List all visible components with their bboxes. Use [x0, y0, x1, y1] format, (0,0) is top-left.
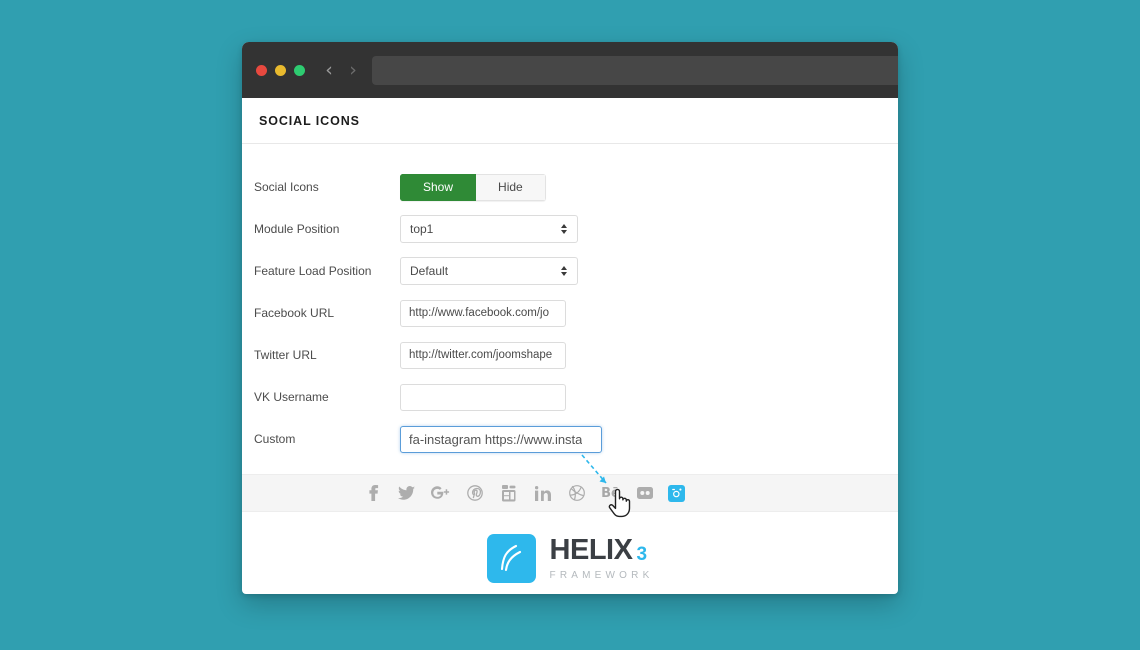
form-row-social-icons: Social Icons Show Hide [242, 166, 898, 208]
flickr-icon[interactable] [634, 483, 655, 504]
close-button[interactable] [256, 65, 267, 76]
toggle-hide-button[interactable]: Hide [476, 173, 546, 201]
facebook-url-value: http://www.facebook.com/jo [409, 307, 549, 319]
helix-logo-area: HELIX 3 FRAMEWORK [242, 512, 898, 594]
helix-subtitle: FRAMEWORK [549, 569, 654, 581]
linkedin-icon[interactable] [532, 483, 553, 504]
label-module-position: Module Position [254, 221, 340, 236]
pinterest-icon[interactable] [464, 483, 485, 504]
twitter-url-input[interactable]: http://twitter.com/joomshape [400, 341, 566, 369]
google-plus-icon[interactable] [430, 483, 451, 504]
chevron-updown-icon [561, 266, 567, 276]
feature-load-position-value: Default [410, 264, 449, 278]
forward-arrow-icon[interactable]: › [345, 60, 361, 80]
facebook-icon[interactable] [362, 483, 383, 504]
helix-version: 3 [636, 543, 648, 565]
form-row-feature-load-position: Feature Load Position Default [242, 250, 898, 292]
back-arrow-icon[interactable]: ‹ [321, 60, 337, 80]
panel-header: SOCIAL ICONS [242, 98, 898, 144]
social-icons-toggle: Show Hide [400, 173, 546, 201]
form-row-module-position: Module Position top1 [242, 208, 898, 250]
browser-titlebar: ‹ › [242, 42, 898, 98]
instagram-icon[interactable] [668, 484, 685, 502]
social-icons-form: Social Icons Show Hide Module Position t… [242, 144, 898, 460]
zoom-button[interactable] [294, 65, 305, 76]
helix-wordmark: HELIX [549, 533, 633, 566]
label-vk-username: VK Username [254, 389, 329, 404]
custom-input[interactable]: fa-instagram https://www.insta [400, 425, 602, 453]
feature-load-position-select[interactable]: Default [400, 257, 578, 285]
minimize-button[interactable] [275, 65, 286, 76]
label-twitter-url: Twitter URL [254, 347, 317, 362]
social-icons-list: Bē [362, 483, 685, 504]
label-feature-load-position: Feature Load Position [254, 263, 372, 278]
traffic-lights [256, 65, 305, 76]
browser-nav: ‹ › [321, 60, 361, 80]
helix-logo-text: HELIX 3 FRAMEWORK [549, 533, 654, 581]
form-row-twitter-url: Twitter URL http://twitter.com/joomshape [242, 334, 898, 376]
chevron-updown-icon [561, 224, 567, 234]
helix-mark-icon [486, 533, 536, 583]
label-custom: Custom [254, 431, 296, 446]
label-social-icons: Social Icons [254, 179, 319, 194]
twitter-url-value: http://twitter.com/joomshape [409, 349, 553, 361]
custom-value: fa-instagram https://www.insta [409, 431, 583, 447]
dribbble-icon[interactable] [566, 483, 587, 504]
social-icons-preview-strip: Bē [242, 454, 898, 518]
form-row-custom: Custom fa-instagram https://www.insta [242, 418, 898, 460]
behance-icon[interactable]: Bē [600, 483, 621, 504]
module-position-select[interactable]: top1 [400, 215, 578, 243]
vk-username-input[interactable] [400, 383, 566, 411]
youtube-icon[interactable] [498, 483, 519, 504]
toggle-show-button[interactable]: Show [400, 173, 477, 201]
page-title: SOCIAL ICONS [259, 113, 360, 128]
module-position-value: top1 [410, 222, 434, 236]
label-facebook-url: Facebook URL [254, 305, 335, 320]
facebook-url-input[interactable]: http://www.facebook.com/jo [400, 299, 566, 327]
browser-window: ‹ › SOCIAL ICONS Social Icons Show Hide … [242, 42, 898, 594]
helix-logo: HELIX 3 FRAMEWORK [486, 533, 654, 583]
form-row-vk-username: VK Username [242, 376, 898, 418]
twitter-icon[interactable] [396, 483, 417, 504]
form-row-facebook-url: Facebook URL http://www.facebook.com/jo [242, 292, 898, 334]
behance-label: Bē [601, 485, 620, 501]
url-input[interactable] [372, 56, 898, 85]
